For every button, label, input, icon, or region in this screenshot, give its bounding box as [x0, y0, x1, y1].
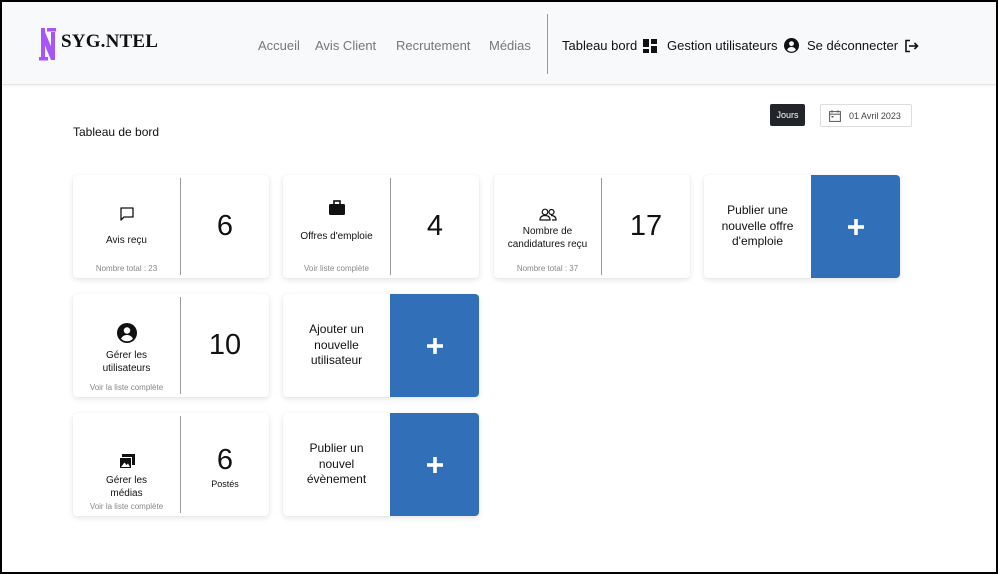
stat-value-box: 6 Postés: [181, 413, 269, 516]
period-button[interactable]: Jours: [770, 104, 805, 126]
stat-card-candidatures[interactable]: Nombre de candidatures reçu Nombre total…: [494, 175, 690, 278]
stat-card-left: Avis reçu Nombre total : 23: [73, 175, 180, 278]
stat-value: 6: [216, 444, 234, 476]
stat-value-caption: Postés: [211, 479, 239, 489]
logo-text: SYG.NTEL: [61, 31, 159, 52]
nav-link-accueil[interactable]: Accueil: [258, 38, 300, 53]
stat-card-left: Nombre de candidatures reçu Nombre total…: [494, 175, 601, 278]
calendar-icon: [829, 109, 841, 122]
stat-sub[interactable]: Voir la liste complète: [73, 383, 180, 392]
action-label: Ajouter un nouvelle utilisateur: [309, 322, 364, 368]
dashboard-icon: [643, 38, 658, 53]
stat-card-utilisateurs[interactable]: Gérer les utilisateurs Voir la liste com…: [73, 294, 269, 397]
nav-tableau-bord[interactable]: Tableau bord: [562, 38, 658, 53]
stat-label: Offres d'emploie: [300, 231, 373, 242]
images-icon: [73, 454, 180, 469]
logo-mark: [36, 26, 60, 62]
stat-label: Gérer les médias: [105, 475, 148, 499]
nav-se-deconnecter-label: Se déconnecter: [807, 38, 899, 53]
user-circle-icon: [73, 323, 180, 343]
add-user-button[interactable]: [390, 294, 479, 397]
people-icon: [494, 208, 601, 221]
nav-gestion-utilisateurs-label: Gestion utilisateurs: [667, 38, 778, 53]
briefcase-icon: [283, 200, 390, 215]
nav-link-recrutement[interactable]: Recrutement: [396, 38, 470, 53]
action-label: Publier un nouvel évènement: [306, 441, 367, 487]
action-card-publier-evenement: Publier un nouvel évènement: [283, 413, 479, 516]
action-label: Publier une nouvelle offre d'emploie: [721, 203, 794, 249]
stat-card-left: Offres d'emploie Voir liste complète: [283, 175, 390, 278]
action-card-ajouter-utilisateur: Ajouter un nouvelle utilisateur: [283, 294, 479, 397]
stat-label: Avis reçu: [106, 235, 147, 246]
stat-sub[interactable]: Voir liste complète: [283, 264, 390, 273]
stat-value: 17: [629, 210, 663, 242]
navbar: SYG.NTEL Accueil Avis Client Recrutement…: [2, 2, 996, 85]
plus-icon: [847, 218, 864, 235]
stat-sub: Nombre total : 23: [95, 264, 158, 273]
logo-n-icon: [39, 28, 56, 61]
stat-value-box: 6: [181, 175, 269, 278]
plus-icon: [426, 456, 443, 473]
stat-card-offres[interactable]: Offres d'emploie Voir liste complète 4: [283, 175, 479, 278]
nav-se-deconnecter[interactable]: Se déconnecter: [807, 38, 919, 53]
stat-card-left: Gérer les médias Voir la liste complète: [73, 413, 180, 516]
date-picker[interactable]: 01 Avril 2023: [820, 104, 912, 127]
stat-value: 10: [208, 329, 242, 361]
stat-value-box: 10: [181, 294, 269, 397]
nav-link-avis-client[interactable]: Avis Client: [315, 38, 376, 53]
nav-link-medias[interactable]: Médias: [489, 38, 531, 53]
user-circle-icon: [783, 38, 799, 53]
chat-icon: [73, 206, 180, 222]
page-title: Tableau de bord: [73, 125, 160, 139]
stat-sub[interactable]: Voir la liste complète: [73, 502, 180, 511]
stat-sub: Nombre total : 37: [516, 264, 579, 273]
stat-card-medias[interactable]: Gérer les médias Voir la liste complète …: [73, 413, 269, 516]
plus-icon: [426, 337, 443, 354]
add-offer-button[interactable]: [811, 175, 900, 278]
stat-value: 6: [216, 210, 234, 242]
action-card-publier-offre: Publier une nouvelle offre d'emploie: [704, 175, 900, 278]
stat-value-box: 4: [391, 175, 479, 278]
date-label: 01 Avril 2023: [849, 110, 901, 121]
stat-card-avis[interactable]: Avis reçu Nombre total : 23 6: [73, 175, 269, 278]
nav-gestion-utilisateurs[interactable]: Gestion utilisateurs: [667, 38, 799, 53]
brand-logo[interactable]: SYG.NTEL: [36, 26, 158, 62]
stat-value-box: 17: [602, 175, 690, 278]
nav-divider: [547, 14, 548, 74]
add-event-button[interactable]: [390, 413, 479, 516]
stat-label: Gérer les utilisateurs: [102, 350, 151, 374]
nav-tableau-bord-label: Tableau bord: [562, 38, 638, 53]
logout-icon: [904, 39, 919, 53]
stat-value: 4: [426, 210, 444, 242]
stat-label: Nombre de candidatures reçu: [507, 226, 588, 250]
stat-card-left: Gérer les utilisateurs Voir la liste com…: [73, 294, 180, 397]
